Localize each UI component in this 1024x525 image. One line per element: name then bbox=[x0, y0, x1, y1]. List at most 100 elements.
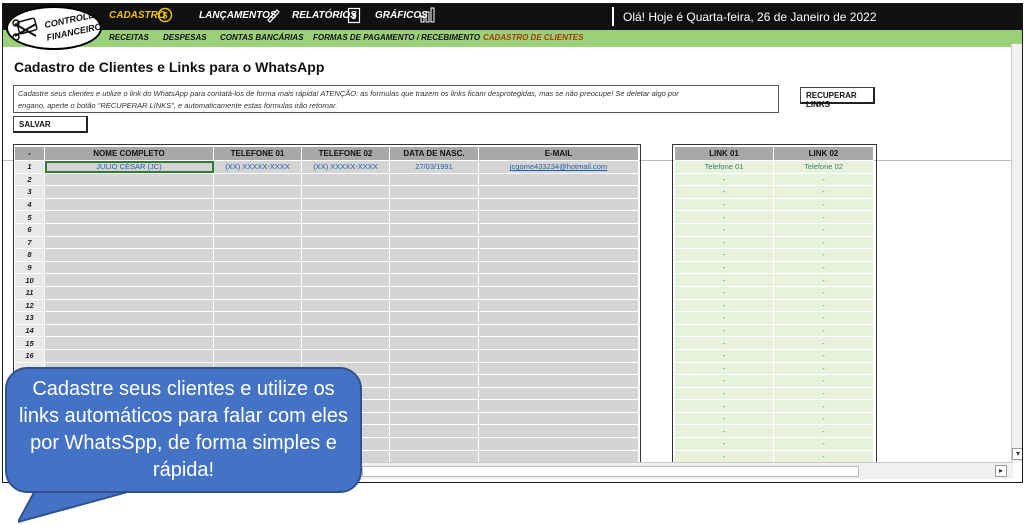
email-cell[interactable] bbox=[478, 248, 639, 262]
telefone-01-cell[interactable] bbox=[213, 273, 302, 287]
link-01-cell[interactable]: - bbox=[674, 449, 774, 464]
link-01-cell[interactable]: - bbox=[674, 260, 774, 275]
vertical-scrollbar[interactable]: ▾ bbox=[1011, 44, 1022, 462]
email-cell[interactable] bbox=[478, 449, 639, 464]
telefone-01-cell[interactable] bbox=[213, 172, 302, 187]
link-02-cell[interactable]: - bbox=[773, 172, 874, 187]
data-nasc-cell[interactable] bbox=[389, 361, 479, 376]
email-cell[interactable] bbox=[478, 361, 639, 376]
email-cell[interactable] bbox=[478, 210, 639, 224]
link-01-cell[interactable]: - bbox=[674, 172, 774, 187]
name-cell[interactable] bbox=[44, 348, 214, 363]
telefone-02-cell[interactable] bbox=[301, 235, 390, 250]
link-02-cell[interactable]: - bbox=[773, 298, 874, 313]
name-cell[interactable] bbox=[44, 197, 214, 212]
email-cell[interactable] bbox=[478, 411, 639, 426]
email-cell[interactable] bbox=[478, 273, 639, 287]
link-02-cell[interactable]: - bbox=[773, 260, 874, 275]
telefone-01-cell[interactable] bbox=[213, 197, 302, 212]
name-cell[interactable] bbox=[44, 260, 214, 275]
name-cell[interactable] bbox=[44, 210, 214, 224]
email-cell[interactable] bbox=[478, 285, 639, 300]
subnav-cadastro-clientes[interactable]: CADASTRO DE CLIENTES bbox=[483, 33, 583, 42]
link-01-cell[interactable]: - bbox=[674, 235, 774, 250]
name-cell[interactable] bbox=[44, 222, 214, 237]
telefone-01-cell[interactable] bbox=[213, 185, 302, 199]
email-cell[interactable] bbox=[478, 424, 639, 439]
link-01-cell[interactable]: - bbox=[674, 197, 774, 212]
link-02-cell[interactable]: - bbox=[773, 449, 874, 464]
link-02-cell[interactable]: - bbox=[773, 273, 874, 287]
name-cell[interactable] bbox=[44, 235, 214, 250]
link-01-cell[interactable]: - bbox=[674, 323, 774, 338]
link-02-cell[interactable]: - bbox=[773, 424, 874, 439]
telefone-01-cell[interactable] bbox=[213, 348, 302, 363]
link-01-cell[interactable]: - bbox=[674, 285, 774, 300]
telefone-01-cell[interactable] bbox=[213, 323, 302, 338]
telefone-02-cell[interactable] bbox=[301, 197, 390, 212]
data-nasc-cell[interactable] bbox=[389, 172, 479, 187]
link-02-cell[interactable]: Telefone 02 bbox=[773, 160, 874, 174]
data-nasc-cell[interactable] bbox=[389, 424, 479, 439]
horizontal-scroll-thumb[interactable] bbox=[362, 466, 859, 477]
data-nasc-cell[interactable] bbox=[389, 348, 479, 363]
email-cell[interactable] bbox=[478, 197, 639, 212]
telefone-01-cell[interactable] bbox=[213, 222, 302, 237]
telefone-02-cell[interactable] bbox=[301, 348, 390, 363]
data-nasc-cell[interactable] bbox=[389, 235, 479, 250]
data-nasc-cell[interactable] bbox=[389, 374, 479, 388]
horizontal-scrollbar[interactable]: ▸ bbox=[358, 462, 1013, 479]
telefone-02-cell[interactable] bbox=[301, 336, 390, 350]
telefone-02-cell[interactable] bbox=[301, 222, 390, 237]
link-01-cell[interactable]: - bbox=[674, 348, 774, 363]
link-02-cell[interactable]: - bbox=[773, 348, 874, 363]
link-02-cell[interactable]: - bbox=[773, 323, 874, 338]
link-02-cell[interactable]: - bbox=[773, 248, 874, 262]
link-02-cell[interactable]: - bbox=[773, 210, 874, 224]
link-01-cell[interactable]: - bbox=[674, 311, 774, 325]
link-01-cell[interactable]: - bbox=[674, 273, 774, 287]
telefone-01-cell[interactable] bbox=[213, 285, 302, 300]
name-cell[interactable] bbox=[44, 311, 214, 325]
save-button[interactable]: SALVAR bbox=[13, 116, 88, 133]
subnav-contas-bancarias[interactable]: CONTAS BANCÁRIAS bbox=[220, 33, 303, 42]
menu-graficos[interactable]: GRÁFICOS bbox=[375, 7, 435, 23]
name-cell[interactable] bbox=[44, 323, 214, 338]
telefone-01-cell[interactable] bbox=[213, 235, 302, 250]
email-cell[interactable] bbox=[478, 311, 639, 325]
telefone-02-cell[interactable]: (XX) XXXXX-XXXX bbox=[301, 160, 390, 174]
telefone-02-cell[interactable] bbox=[301, 185, 390, 199]
scroll-right-arrow-icon[interactable]: ▸ bbox=[995, 465, 1007, 477]
link-02-cell[interactable]: - bbox=[773, 399, 874, 413]
data-nasc-cell[interactable] bbox=[389, 336, 479, 350]
data-nasc-cell[interactable] bbox=[389, 197, 479, 212]
link-01-cell[interactable]: - bbox=[674, 437, 774, 451]
data-nasc-cell[interactable] bbox=[389, 298, 479, 313]
name-cell[interactable] bbox=[44, 336, 214, 350]
recover-links-button[interactable]: RECUPERAR LINKS bbox=[800, 87, 875, 109]
data-nasc-cell[interactable] bbox=[389, 323, 479, 338]
data-nasc-cell[interactable] bbox=[389, 449, 479, 464]
email-cell[interactable] bbox=[478, 185, 639, 199]
email-cell[interactable] bbox=[478, 260, 639, 275]
telefone-02-cell[interactable] bbox=[301, 311, 390, 325]
email-cell[interactable] bbox=[478, 172, 639, 187]
email-cell[interactable] bbox=[478, 386, 639, 401]
link-01-cell[interactable]: - bbox=[674, 399, 774, 413]
name-cell[interactable] bbox=[44, 172, 214, 187]
email-cell[interactable] bbox=[478, 348, 639, 363]
link-01-cell[interactable]: - bbox=[674, 361, 774, 376]
name-cell[interactable] bbox=[44, 285, 214, 300]
data-nasc-cell[interactable] bbox=[389, 222, 479, 237]
email-cell[interactable]: jcgome433234@hotmail.com bbox=[478, 160, 639, 174]
data-nasc-cell[interactable] bbox=[389, 437, 479, 451]
name-cell[interactable]: JULIO CÉSAR (JC) bbox=[44, 160, 214, 174]
telefone-01-cell[interactable] bbox=[213, 248, 302, 262]
link-01-cell[interactable]: - bbox=[674, 336, 774, 350]
link-02-cell[interactable]: - bbox=[773, 197, 874, 212]
telefone-02-cell[interactable] bbox=[301, 172, 390, 187]
link-02-cell[interactable]: - bbox=[773, 374, 874, 388]
name-cell[interactable] bbox=[44, 298, 214, 313]
telefone-02-cell[interactable] bbox=[301, 210, 390, 224]
link-01-cell[interactable]: - bbox=[674, 210, 774, 224]
